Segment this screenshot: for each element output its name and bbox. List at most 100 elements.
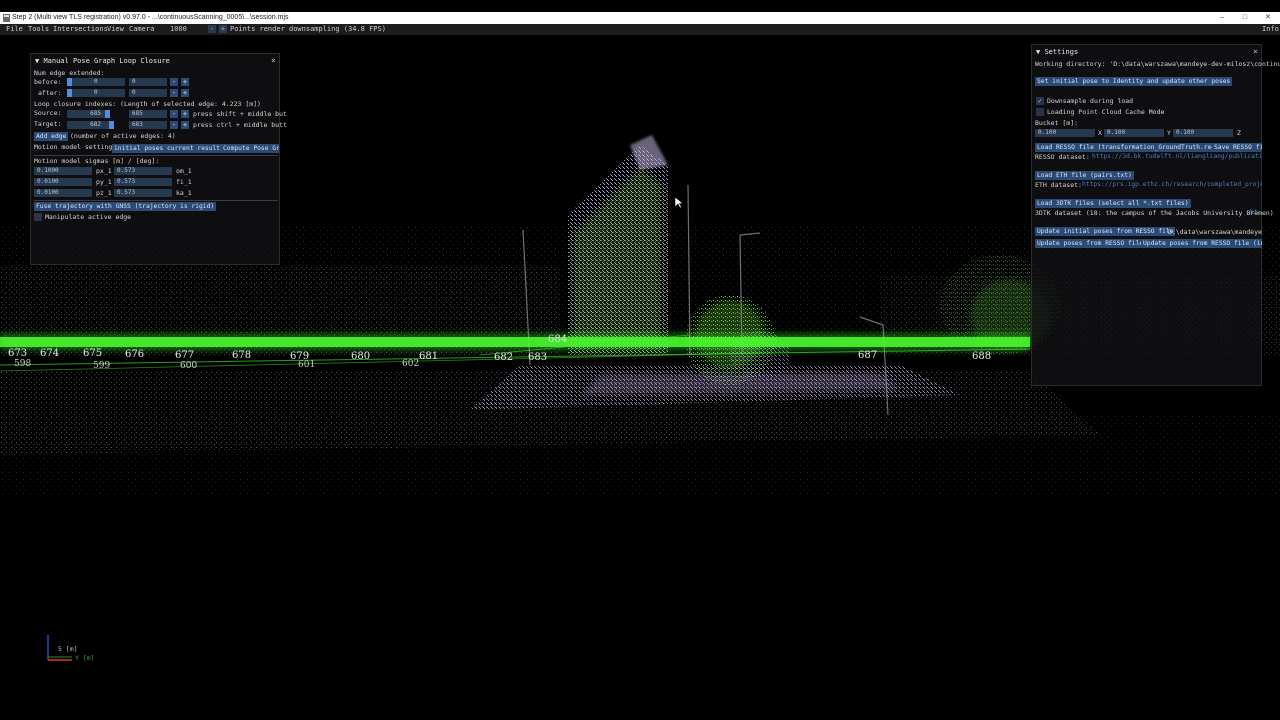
loop-closure-title: ▼ Manual Pose Graph Loop Closure xyxy=(35,57,170,65)
initial-poses-button[interactable]: initial poses xyxy=(112,144,166,153)
eth-dataset-label: ETH dataset: xyxy=(1035,181,1082,189)
app-icon xyxy=(3,14,10,22)
source-decrement[interactable]: - xyxy=(170,110,178,118)
close-icon[interactable]: × xyxy=(271,56,276,65)
load-eth-button[interactable]: Load ETH file (pairs.txt) xyxy=(1035,171,1134,180)
menu-intersections[interactable]: Intersections xyxy=(53,24,108,35)
slider-grab[interactable] xyxy=(67,78,72,86)
target-hint: press ctrl + middle butt xyxy=(193,121,287,129)
current-result-button[interactable]: current result xyxy=(165,144,223,153)
3dtk-dataset-link[interactable]: ht xyxy=(1250,209,1262,216)
manipulate-edge-checkbox[interactable] xyxy=(34,213,42,221)
bucket-x-input[interactable]: 0.100 xyxy=(1035,129,1095,137)
sigmas-label: Motion model sigmas [m] / [deg]: xyxy=(34,157,160,165)
set-initial-pose-button[interactable]: Set initial pose to Identity and update … xyxy=(1035,77,1233,86)
trajectory-label: 602 xyxy=(402,359,420,369)
slider-grab[interactable] xyxy=(105,110,110,118)
decrement-button[interactable]: - xyxy=(208,25,216,33)
trajectory-label: 674 xyxy=(40,348,60,359)
after-increment[interactable]: + xyxy=(181,89,189,97)
settings-title-text: Settings xyxy=(1044,48,1079,56)
sigma-fi-input[interactable]: 0.573 xyxy=(114,178,172,186)
after-input-2[interactable]: 0 xyxy=(129,89,167,97)
fuse-gnss-button[interactable]: Fuse trajectory with GNSS (trajectory is… xyxy=(34,202,217,211)
minimize-button[interactable]: – xyxy=(1213,12,1231,24)
before-decrement[interactable]: - xyxy=(170,78,178,86)
before-increment[interactable]: + xyxy=(181,78,189,86)
trajectory-label: 688 xyxy=(972,351,992,362)
manipulate-edge-label: Manipulate active edge xyxy=(45,213,132,221)
downsample-checkbox[interactable]: ✓ xyxy=(1036,97,1044,105)
increment-button[interactable]: + xyxy=(219,25,227,33)
add-edge-button[interactable]: Add edge xyxy=(34,132,69,141)
loop-closure-title-text: Manual Pose Graph Loop Closure xyxy=(43,57,170,65)
loop-closure-indexes-label: Loop closure indexes: (Length of selecte… xyxy=(34,100,261,108)
slider-grab[interactable] xyxy=(109,121,114,129)
trajectory-label: 683 xyxy=(528,352,548,363)
y-axis-label: Y [m] xyxy=(75,654,95,662)
menu-view[interactable]: View xyxy=(107,24,124,35)
load-3dtk-button[interactable]: Load 3DTK files (select all *.txt files) xyxy=(1035,199,1191,208)
close-icon[interactable]: × xyxy=(1253,47,1258,56)
after-input-1[interactable]: 0 xyxy=(67,89,125,97)
bucket-z-input[interactable]: 0.100 xyxy=(1173,129,1233,137)
sigma-pz-label: pz_1 xyxy=(96,189,112,197)
eth-dataset-link[interactable]: https://prs.igp.ethz.ch/research/complet… xyxy=(1082,181,1262,188)
sigma-py-input[interactable]: 0.0100 xyxy=(34,178,92,186)
target-input-2[interactable]: 683 xyxy=(129,121,167,129)
close-button[interactable]: ✕ xyxy=(1259,12,1277,24)
slider-grab[interactable] xyxy=(67,89,72,97)
after-value-1: 0 xyxy=(94,89,98,96)
target-input-1[interactable]: 682 xyxy=(67,121,109,129)
target-decrement[interactable]: - xyxy=(170,121,178,129)
update-initial-path: D:\data\warszawa\mandeye-d xyxy=(1168,228,1262,236)
sigma-om-label: om_1 xyxy=(176,167,192,175)
bucket-y-input[interactable]: 0.100 xyxy=(1104,129,1164,137)
update-poses-button[interactable]: Update poses from RESSO file xyxy=(1035,239,1146,248)
before-input-1[interactable]: 0 xyxy=(67,78,125,86)
sigma-fi-label: fi_1 xyxy=(176,178,192,186)
resso-dataset-link[interactable]: https://3d.bk.tudelft.nl/liangliang/publ… xyxy=(1092,153,1262,160)
settings-panel: ▼ Settings × Working directory: 'D:\data… xyxy=(1031,44,1280,386)
menu-tools[interactable]: Tools xyxy=(28,24,49,35)
bucket-z-axis: Z xyxy=(1237,129,1241,137)
trajectory-label: 684 xyxy=(548,334,568,345)
maximize-button[interactable]: □ xyxy=(1236,12,1254,24)
trajectory-label: 678 xyxy=(232,350,252,361)
save-resso-button[interactable]: Save RESSO fil xyxy=(1212,143,1262,152)
sigma-ka-label: ka_1 xyxy=(176,189,192,197)
working-directory: Working directory: 'D:\data\warszawa\man… xyxy=(1035,60,1280,68)
bucket-y-axis: Y xyxy=(1167,129,1171,137)
update-poses-inverse-button[interactable]: Update poses from RESSO file (inve xyxy=(1141,239,1262,248)
compute-pose-graph-button[interactable]: Compute Pose Gra xyxy=(221,144,279,153)
loop-closure-panel: ▼ Manual Pose Graph Loop Closure × Num e… xyxy=(30,53,287,265)
settings-title: ▼ Settings xyxy=(1036,48,1079,56)
target-increment[interactable]: + xyxy=(181,121,189,129)
target-label: Target: xyxy=(34,120,62,128)
source-input-2[interactable]: 685 xyxy=(129,110,167,118)
downsampling-value[interactable]: 1000 xyxy=(170,24,187,35)
sigma-ka-input[interactable]: 0.573 xyxy=(114,189,172,197)
window-titlebar: Step 2 (Multi view TLS registration) v0.… xyxy=(0,12,1280,24)
load-resso-button[interactable]: Load RESSO file (transformation_GroundTr… xyxy=(1035,143,1221,152)
update-initial-poses-button[interactable]: Update initial poses from RESSO file xyxy=(1035,227,1176,236)
source-label: Source: xyxy=(34,109,62,117)
after-decrement[interactable]: - xyxy=(170,89,178,97)
cache-mode-label: Loading Point Cloud Cache Mode xyxy=(1047,108,1165,116)
menu-camera[interactable]: Camera xyxy=(129,24,154,35)
trajectory-label: 677 xyxy=(175,350,195,361)
trajectory-label: 600 xyxy=(180,361,198,371)
after-label: after: xyxy=(38,89,62,97)
sigma-om-input[interactable]: 0.573 xyxy=(114,167,172,175)
before-input-2[interactable]: 0 xyxy=(129,78,167,86)
sigma-px-input[interactable]: 0.1000 xyxy=(34,167,92,175)
source-input-1[interactable]: 685 xyxy=(67,110,109,118)
active-edges-label: (number of active edges: 4) xyxy=(70,132,176,140)
trajectory-label: 598 xyxy=(14,359,32,369)
menu-info[interactable]: Info xyxy=(1262,24,1279,35)
sigma-pz-input[interactable]: 0.0100 xyxy=(34,189,92,197)
sigma-py-label: py_1 xyxy=(96,178,112,186)
cache-mode-checkbox[interactable] xyxy=(1036,108,1044,116)
source-increment[interactable]: + xyxy=(181,110,189,118)
menu-file[interactable]: File xyxy=(6,24,23,35)
